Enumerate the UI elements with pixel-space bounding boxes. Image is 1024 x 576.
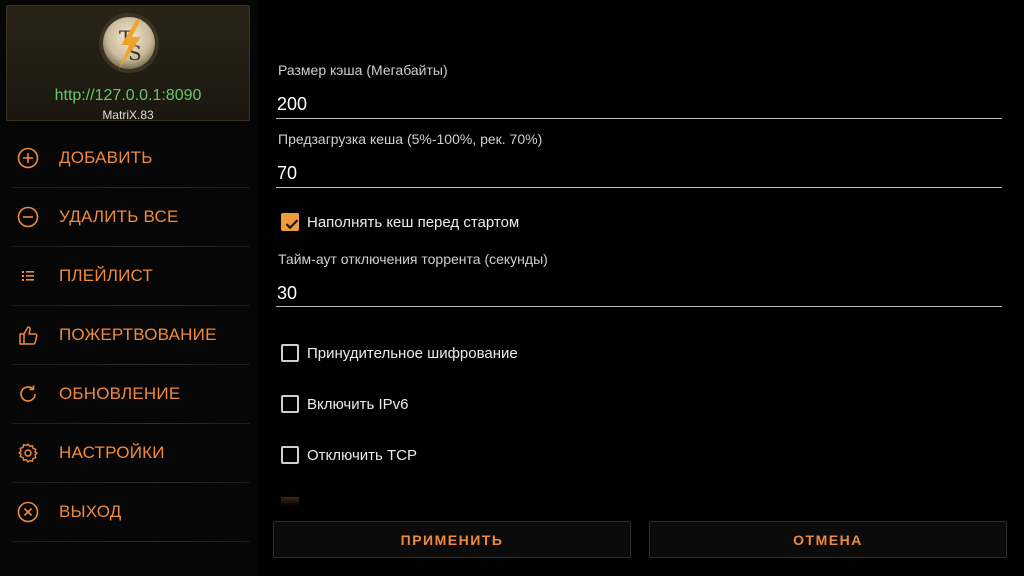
sidebar: T S http://127.0.0.1:8090 MatriX.83 ДОБА… — [0, 0, 258, 576]
disable-tcp-label: Отключить TCP — [307, 447, 417, 464]
sidebar-item-label: ОБНОВЛЕНИЕ — [59, 384, 181, 403]
list-icon — [17, 265, 39, 287]
preload-underline — [276, 187, 1002, 188]
device-name: MatriX.83 — [102, 108, 154, 122]
enable-ipv6-checkbox[interactable] — [281, 395, 299, 413]
sidebar-item-label: НАСТРОЙКИ — [59, 443, 165, 462]
fill-cache-label: Наполнять кеш перед стартом — [307, 214, 520, 231]
force-encryption-checkbox[interactable] — [281, 344, 299, 362]
sidebar-item-exit[interactable]: ВЫХОД — [0, 483, 250, 541]
server-url: http://127.0.0.1:8090 — [54, 87, 202, 104]
sidebar-item-label: ПЛЕЙЛИСТ — [59, 266, 154, 285]
sidebar-item-settings[interactable]: НАСТРОЙКИ — [0, 424, 250, 482]
sidebar-item-label: ВЫХОД — [59, 502, 122, 521]
cache-size-underline — [276, 118, 1002, 119]
preload-input[interactable]: 70 — [277, 163, 297, 184]
cancel-button[interactable]: ОТМЕНА — [649, 521, 1007, 558]
sidebar-item-delete-all[interactable]: УДАЛИТЬ ВСЕ — [0, 188, 250, 246]
divider — [12, 541, 250, 542]
minus-circle-icon — [17, 206, 39, 228]
timeout-label: Тайм-аут отключения торрента (секунды) — [278, 251, 548, 267]
app-logo: T S — [97, 11, 161, 75]
sidebar-item-donate[interactable]: ПОЖЕРТВОВАНИЕ — [0, 306, 250, 364]
close-circle-icon — [17, 501, 39, 523]
timeout-input[interactable]: 30 — [277, 283, 297, 304]
sidebar-item-update[interactable]: ОБНОВЛЕНИЕ — [0, 365, 250, 423]
cache-size-input[interactable]: 200 — [277, 94, 307, 115]
sidebar-item-add[interactable]: ДОБАВИТЬ — [0, 129, 250, 187]
disable-tcp-checkbox[interactable] — [281, 446, 299, 464]
sidebar-item-label: ДОБАВИТЬ — [59, 148, 153, 167]
fill-cache-checkbox[interactable] — [281, 213, 299, 231]
gear-icon — [17, 442, 39, 464]
timeout-underline — [276, 306, 1002, 307]
next-checkbox-peek — [281, 497, 299, 506]
checkmark-icon — [285, 219, 299, 230]
thumbs-up-icon — [17, 324, 39, 346]
sidebar-item-playlist[interactable]: ПЛЕЙЛИСТ — [0, 247, 250, 305]
preload-label: Предзагрузка кеша (5%-100%, рек. 70%) — [278, 131, 543, 147]
force-encryption-label: Принудительное шифрование — [307, 345, 518, 362]
plus-circle-icon — [17, 147, 39, 169]
cache-size-label: Размер кэша (Мегабайты) — [278, 62, 448, 78]
sidebar-item-label: ПОЖЕРТВОВАНИЕ — [59, 325, 217, 344]
apply-button[interactable]: ПРИМЕНИТЬ — [273, 521, 631, 558]
refresh-icon — [17, 383, 39, 405]
sidebar-item-label: УДАЛИТЬ ВСЕ — [59, 207, 179, 226]
server-header: T S http://127.0.0.1:8090 MatriX.83 — [6, 5, 250, 122]
enable-ipv6-label: Включить IPv6 — [307, 396, 409, 413]
